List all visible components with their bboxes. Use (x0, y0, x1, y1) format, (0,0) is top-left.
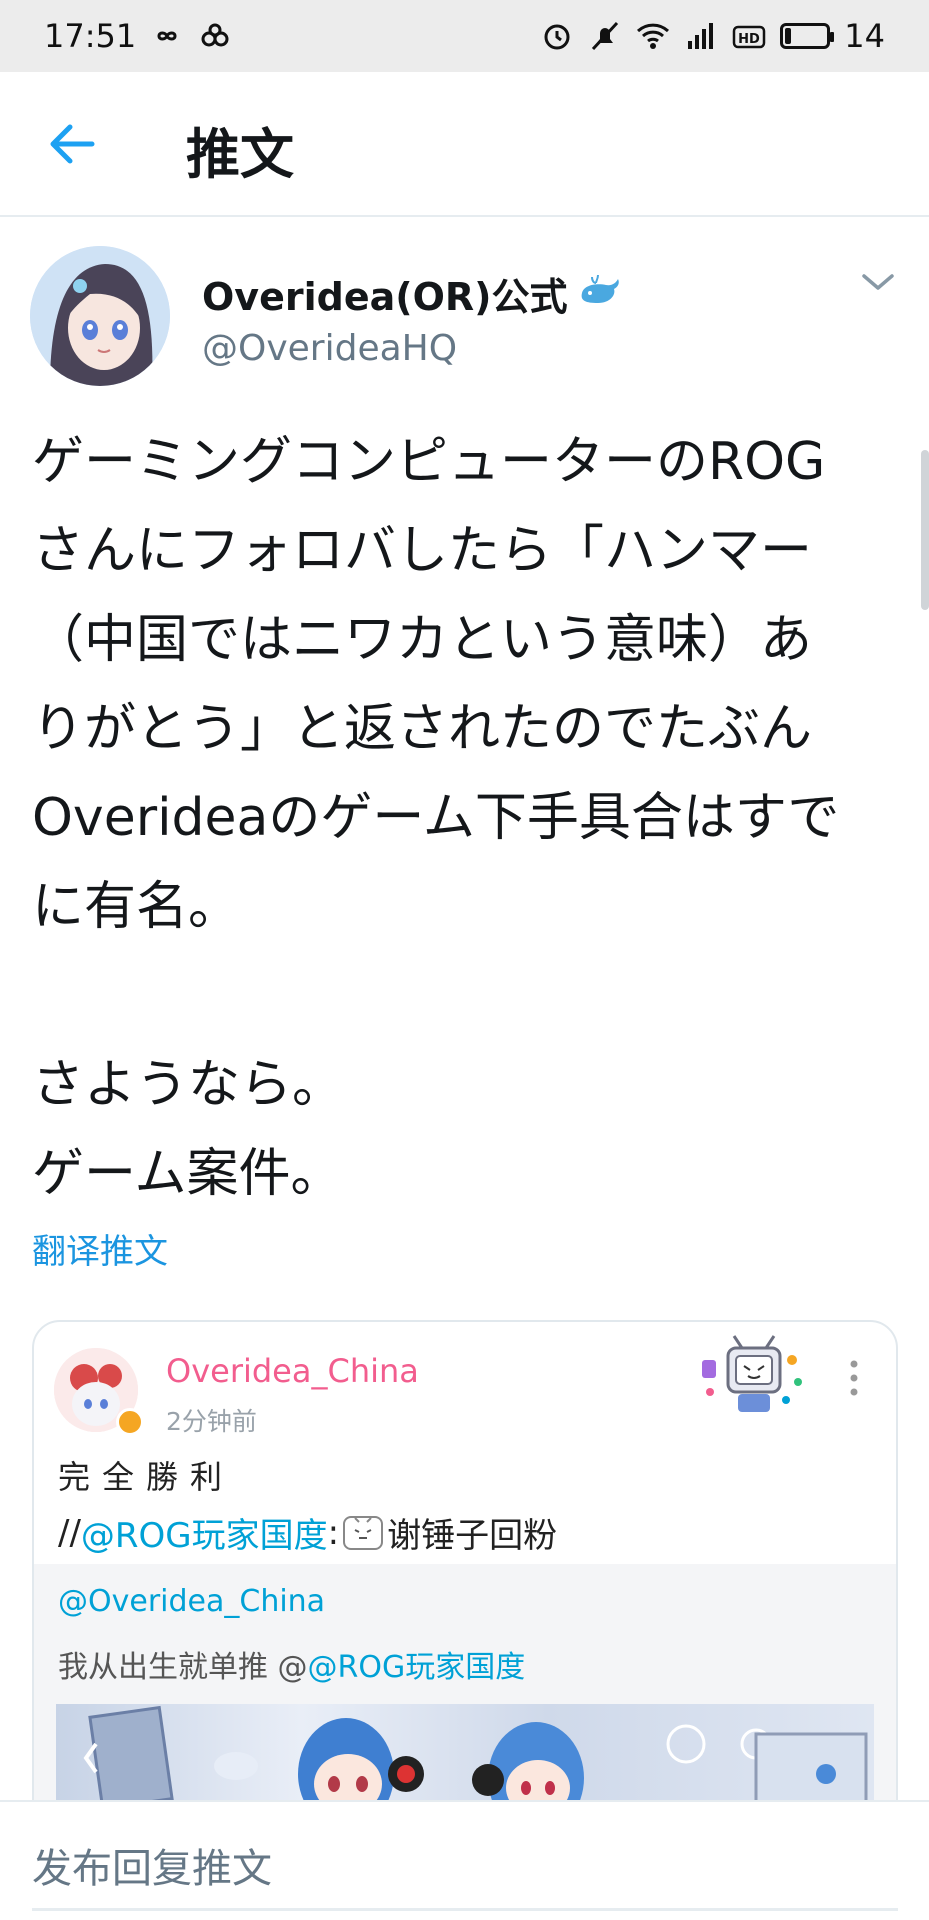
repost-colon: : (327, 1512, 340, 1553)
status-right: HD 14 (540, 17, 885, 55)
original-post-prefix: 我从出生就单推 @ (58, 1650, 308, 1685)
tweet-author: Overidea(OR)公式 @OverideaHQ (30, 246, 900, 396)
card-post-text: 完全勝利 (58, 1458, 235, 1496)
infinity-icon (150, 21, 184, 51)
original-post-user[interactable]: @Overidea_China (58, 1584, 325, 1619)
status-bar: 17:51 HD 14 (0, 0, 929, 72)
mute-icon (588, 21, 622, 51)
repost-prefix: // (58, 1512, 81, 1553)
status-left: 17:51 (44, 17, 232, 55)
link-icon (198, 21, 232, 51)
original-post-mention[interactable]: @ROG玩家国度 (308, 1650, 526, 1685)
hd-icon: HD (732, 21, 766, 51)
display-name[interactable]: Overidea(OR)公式 (202, 266, 624, 321)
reply-divider (32, 1908, 898, 1911)
tv-mascot-icon (694, 1330, 814, 1422)
tv-emote-icon (343, 1515, 384, 1550)
app-header: 推文 (0, 72, 929, 217)
avatar[interactable] (30, 246, 170, 386)
tweet-text: ゲーミングコンピューターのROG さんにフォロバしたら「ハンマー （中国ではニワ… (32, 432, 840, 1204)
more-options-icon[interactable] (844, 1358, 864, 1398)
card-username: Overidea_China (166, 1352, 419, 1390)
svg-text:HD: HD (738, 32, 760, 47)
page-title: 推文 (186, 123, 294, 186)
card-repost-line: // @ROG玩家国度 : 谢锤子回粉 (58, 1508, 557, 1557)
whale-icon (578, 272, 624, 316)
rog-mention-link[interactable]: @ROG玩家国度 (81, 1508, 328, 1557)
alarm-icon (540, 21, 574, 51)
card-timestamp: 2分钟前 (166, 1407, 257, 1436)
verified-badge-icon (116, 1408, 144, 1436)
scrollbar[interactable] (921, 450, 929, 610)
translate-tweet-link[interactable]: 翻译推文 (32, 1224, 168, 1273)
back-arrow-icon[interactable] (48, 122, 96, 166)
battery-icon (780, 23, 835, 49)
signal-4g-icon (684, 21, 718, 51)
reply-input[interactable]: 发布回复推文 (32, 1836, 272, 1894)
original-post-image[interactable] (56, 1704, 874, 1804)
reply-bar: 发布回复推文 (0, 1800, 929, 1920)
user-handle[interactable]: @OverideaHQ (202, 328, 457, 369)
status-time: 17:51 (44, 17, 137, 55)
battery-level: 14 (844, 17, 885, 55)
chevron-down-icon[interactable] (860, 270, 896, 294)
original-post-text: 我从出生就单推 @@ROG玩家国度 (58, 1642, 525, 1686)
display-name-text: Overidea(OR)公式 (202, 275, 568, 319)
wifi-icon (636, 21, 670, 51)
repost-thanks-text: 谢锤子回粉 (387, 1516, 558, 1556)
